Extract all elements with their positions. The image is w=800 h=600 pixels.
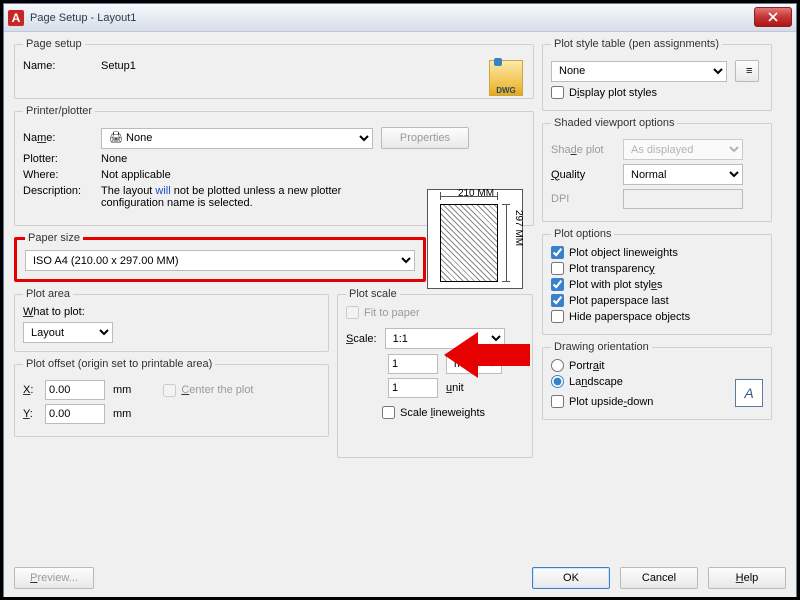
shaded-viewport-group: Shaded viewport options Shade plot As di… [542, 117, 772, 222]
plot-options-group: Plot options Plot object lineweights Plo… [542, 228, 772, 335]
scale-denominator-input[interactable] [388, 378, 438, 398]
scale-label: Scale: [346, 333, 377, 345]
plot-options-legend: Plot options [551, 228, 614, 240]
plot-transparency-checkbox[interactable]: Plot transparency [551, 262, 655, 275]
client-area: Page setup DWG Name: Setup1 Printer/plot… [4, 32, 796, 597]
cancel-button[interactable]: Cancel [620, 567, 698, 589]
description-label: Description: [23, 185, 93, 197]
fit-to-paper-checkbox[interactable]: Fit to paper [346, 306, 420, 319]
offset-y-unit: mm [113, 408, 131, 420]
page-setup-group: Page setup DWG Name: Setup1 [14, 38, 534, 99]
y-label: Y: [23, 408, 37, 420]
preview-button[interactable]: Preview... [14, 567, 94, 589]
app-icon: A [8, 10, 24, 26]
printer-group: Printer/plotter Name: 🖨 None Properties … [14, 105, 534, 226]
orientation-legend: Drawing orientation [551, 341, 652, 353]
help-button[interactable]: Help [708, 567, 786, 589]
printer-name-select[interactable]: 🖨 None [101, 128, 373, 149]
plot-area-group: Plot area What to plot: Layout [14, 288, 329, 352]
close-button[interactable] [754, 7, 792, 27]
callout-arrow-icon [444, 330, 530, 380]
paper-size-select[interactable]: ISO A4 (210.00 x 297.00 MM) [25, 250, 415, 271]
scale-lineweights-checkbox[interactable]: Scale lineweights [382, 406, 485, 419]
close-icon [767, 12, 779, 22]
plot-offset-legend: Plot offset (origin set to printable are… [23, 358, 215, 370]
plot-lineweights-checkbox[interactable]: Plot object lineweights [551, 246, 678, 259]
center-plot-checkbox[interactable]: Center the plot [163, 384, 253, 397]
x-label: X: [23, 384, 37, 396]
plot-area-legend: Plot area [23, 288, 73, 300]
setup-name-value: Setup1 [101, 60, 136, 72]
offset-x-input[interactable] [45, 380, 105, 400]
offset-y-input[interactable] [45, 404, 105, 424]
what-to-plot-select[interactable]: Layout [23, 322, 113, 343]
description-value: The layout will not be plotted unless a … [101, 185, 401, 209]
bottom-button-bar: Preview... OK Cancel Help [14, 567, 786, 589]
preview-width-label: 210 MM [442, 188, 510, 199]
page-setup-window: A Page Setup - Layout1 Page setup DWG Na… [3, 3, 797, 597]
what-to-plot-label: What to plot: [23, 306, 320, 318]
upside-down-checkbox[interactable]: Plot upside-down [551, 395, 653, 408]
setup-name-label: Name: [23, 60, 93, 72]
shaded-legend: Shaded viewport options [551, 117, 677, 129]
shade-plot-select[interactable]: As displayed [623, 139, 743, 160]
ok-button[interactable]: OK [532, 567, 610, 589]
plot-paperspace-checkbox[interactable]: Plot paperspace last [551, 294, 669, 307]
scale-den-unit: unit [446, 382, 464, 394]
plot-style-group: Plot style table (pen assignments) None … [542, 38, 772, 111]
plot-offset-group: Plot offset (origin set to printable are… [14, 358, 329, 437]
shade-plot-label: Shade plot [551, 144, 615, 156]
offset-x-unit: mm [113, 384, 131, 396]
printer-name-label: Name: [23, 132, 93, 144]
properties-button[interactable]: Properties [381, 127, 469, 149]
printer-legend: Printer/plotter [23, 105, 95, 117]
preview-height-label: 297 MM [513, 210, 524, 246]
where-value: Not applicable [101, 169, 171, 181]
plot-scale-legend: Plot scale [346, 288, 400, 300]
where-label: Where: [23, 169, 93, 181]
dpi-input[interactable] [623, 189, 743, 209]
dpi-label: DPI [551, 193, 615, 205]
quality-select[interactable]: Normal [623, 164, 743, 185]
plot-style-legend: Plot style table (pen assignments) [551, 38, 722, 50]
plotter-label: Plotter: [23, 153, 93, 165]
paper-preview: 210 MM 297 MM [427, 189, 523, 289]
dwg-icon: DWG [489, 60, 523, 96]
scale-numerator-input[interactable] [388, 354, 438, 374]
plot-with-styles-checkbox[interactable]: Plot with plot styles [551, 278, 663, 291]
window-title: Page Setup - Layout1 [30, 12, 136, 24]
portrait-radio[interactable]: Portrait [551, 359, 604, 372]
page-setup-legend: Page setup [23, 38, 85, 50]
quality-label: Quality [551, 169, 615, 181]
titlebar: A Page Setup - Layout1 [4, 4, 796, 32]
paper-size-group: Paper size ISO A4 (210.00 x 297.00 MM) [14, 232, 426, 282]
plot-style-edit-button[interactable]: ≡ [735, 60, 759, 82]
paper-size-legend: Paper size [25, 232, 83, 244]
orientation-group: Drawing orientation Portrait Landscape P… [542, 341, 772, 420]
orientation-icon: A [735, 379, 763, 407]
landscape-radio[interactable]: Landscape [551, 375, 623, 388]
plot-style-select[interactable]: None [551, 61, 727, 82]
plotter-value: None [101, 153, 127, 165]
display-plot-styles-checkbox[interactable]: Display plot styles [551, 86, 657, 99]
hide-paperspace-checkbox[interactable]: Hide paperspace objects [551, 310, 690, 323]
